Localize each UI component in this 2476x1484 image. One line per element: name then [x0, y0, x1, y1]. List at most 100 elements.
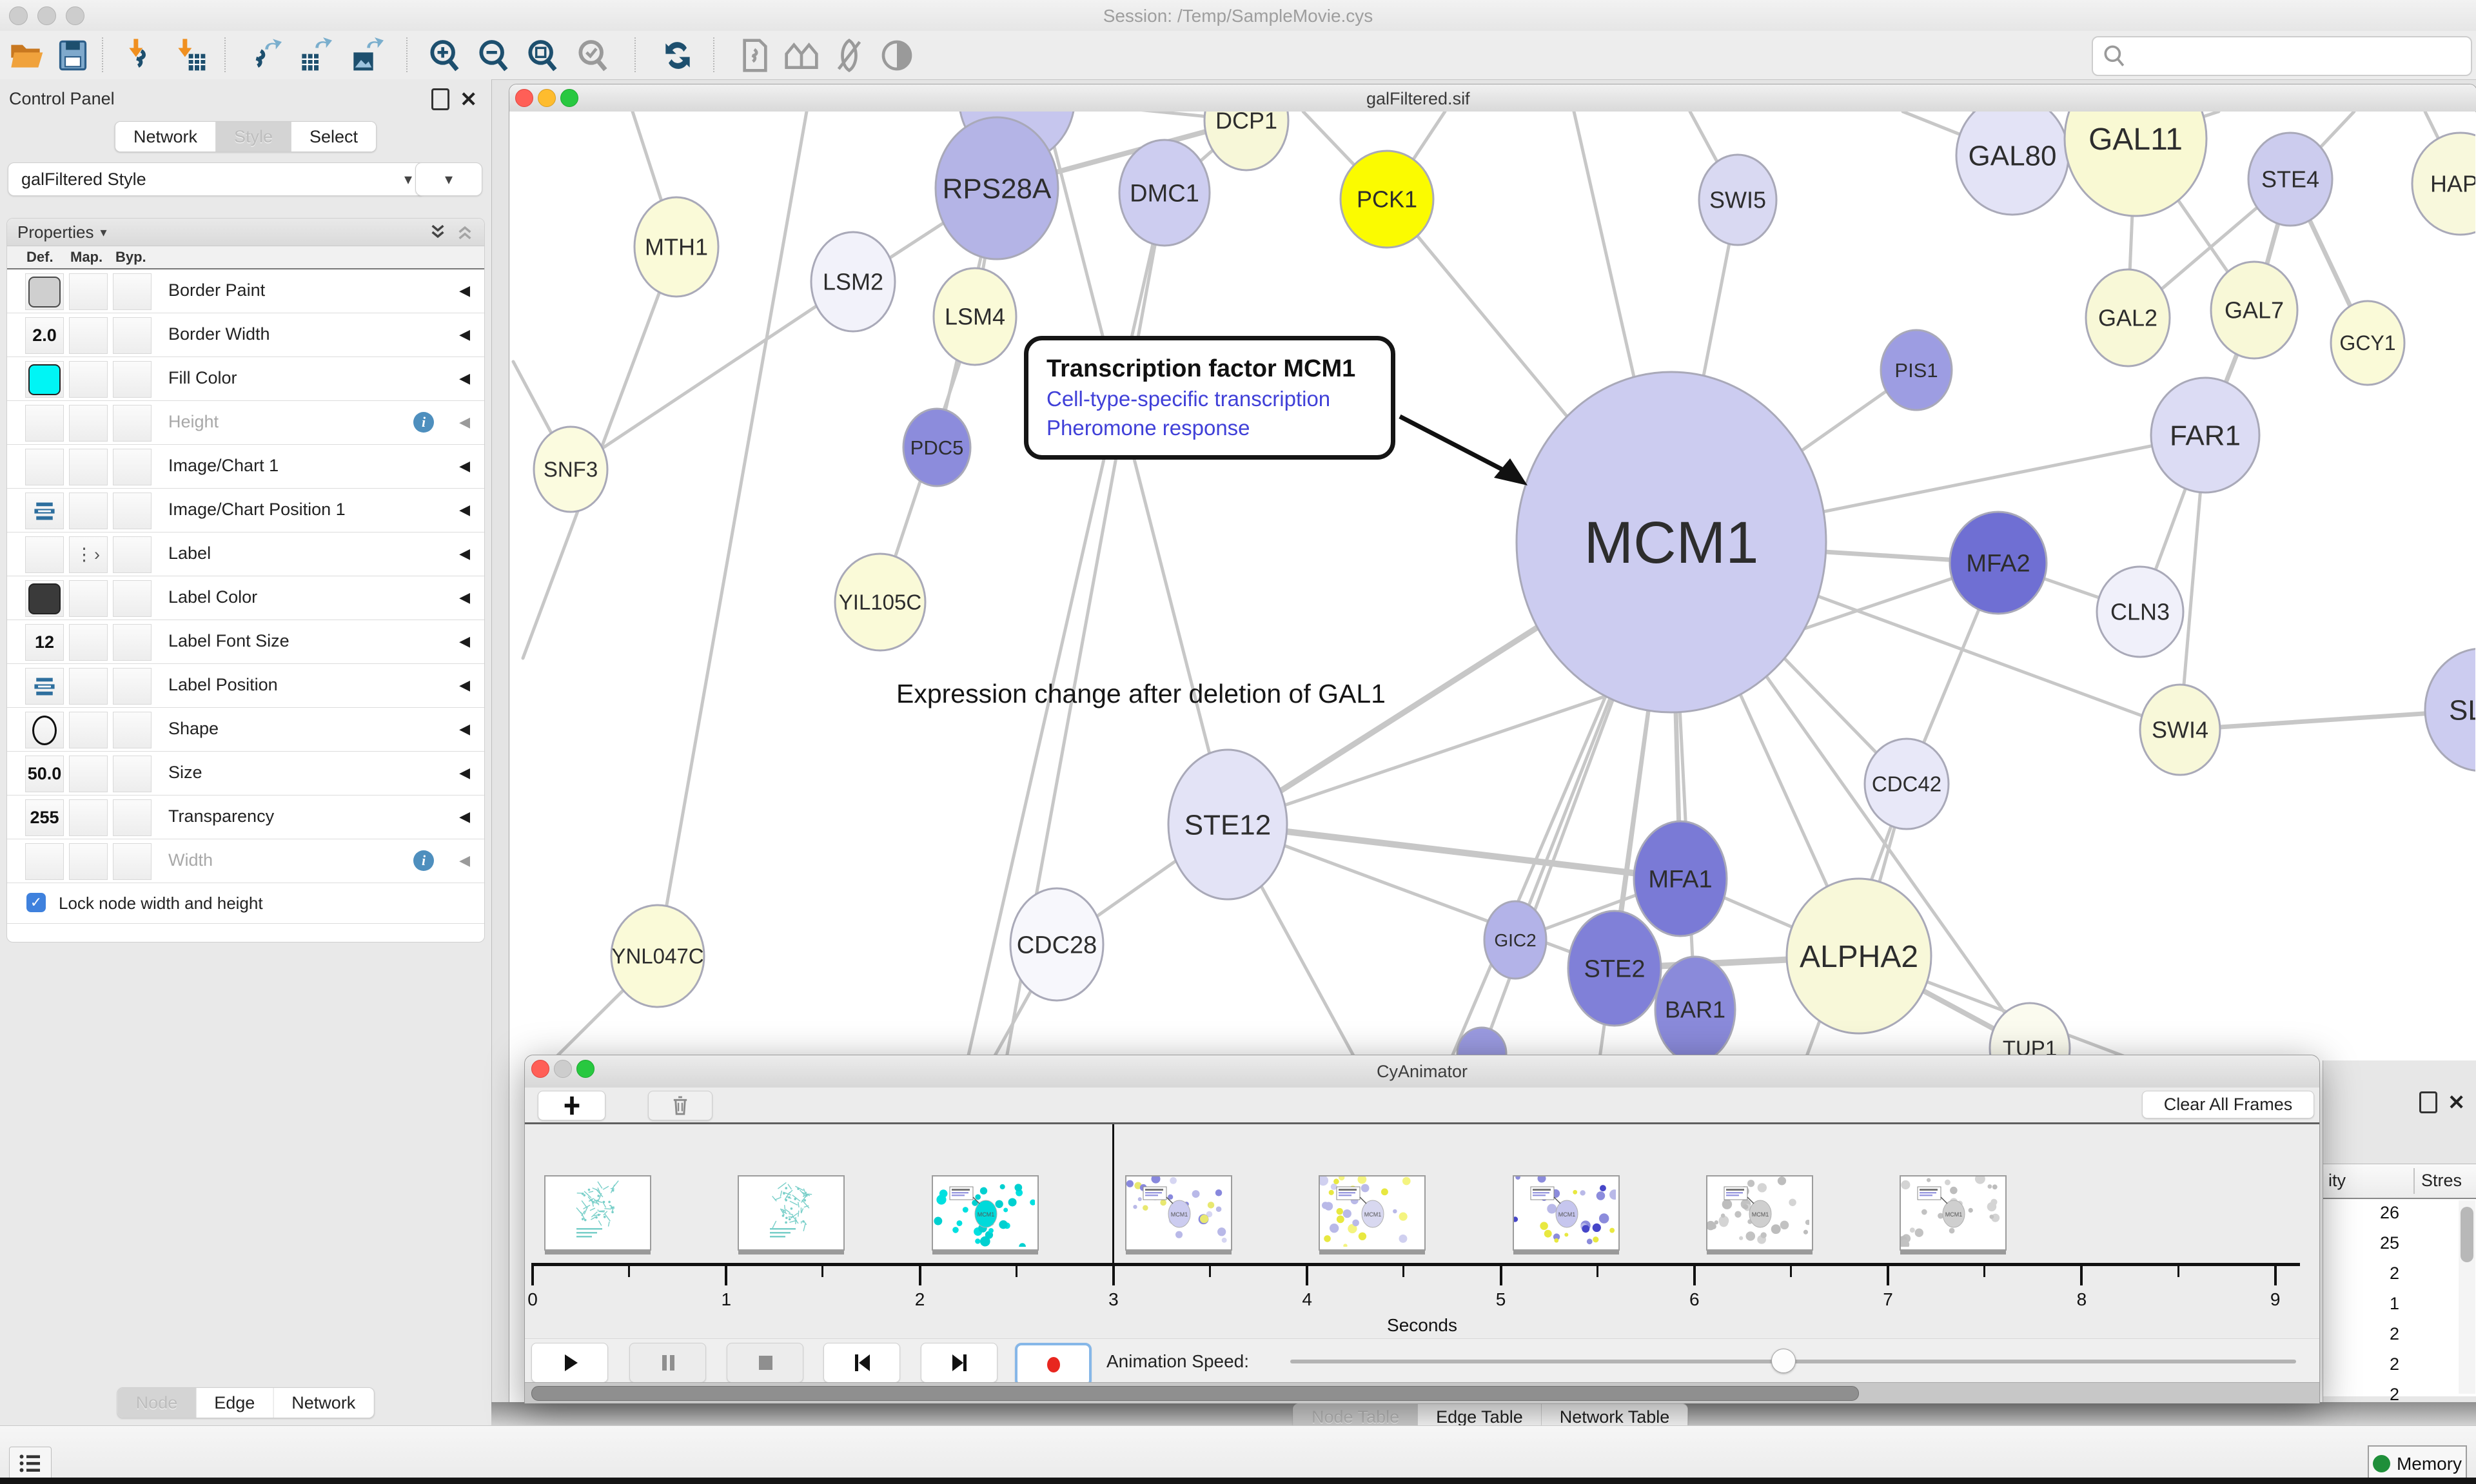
annotation-box[interactable]: Transcription factor MCM1 Cell-type-spec… [1024, 336, 1395, 460]
search-input[interactable] [2133, 43, 2471, 70]
node-ALPHA2[interactable]: ALPHA2 [1787, 879, 1931, 1033]
next-frame-button[interactable] [921, 1343, 997, 1383]
def-value-cell[interactable] [25, 493, 64, 529]
node-DCP1[interactable]: DCP1 [1204, 112, 1288, 170]
byp-value-cell[interactable] [113, 756, 152, 792]
map-value-cell[interactable] [69, 273, 108, 310]
node-MCM1[interactable]: MCM1 [1517, 372, 1826, 712]
property-row-label-color[interactable]: Label Color◀ [7, 576, 484, 620]
map-value-cell[interactable] [69, 799, 108, 836]
node-MFA1[interactable]: MFA1 [1634, 821, 1727, 936]
node-GAL80[interactable]: GAL80 [1956, 112, 2068, 215]
node-DMC1[interactable]: DMC1 [1119, 140, 1210, 246]
map-value-cell[interactable] [69, 580, 108, 617]
byp-value-cell[interactable] [113, 361, 152, 398]
stop-button[interactable] [727, 1343, 803, 1383]
byp-value-cell[interactable] [113, 449, 152, 485]
expand-row-arrow[interactable]: ◀ [459, 414, 470, 431]
color-swatch[interactable] [28, 277, 61, 308]
node-STE4[interactable]: STE4 [2248, 133, 2332, 226]
map-value-cell[interactable] [69, 756, 108, 792]
annotation-link[interactable]: Pheromone response [1046, 414, 1373, 443]
record-button[interactable] [1015, 1343, 1092, 1387]
expand-row-arrow[interactable]: ◀ [459, 852, 470, 869]
expand-row-arrow[interactable]: ◀ [459, 633, 470, 650]
frame-thumbnail-3s[interactable]: MCM1 [1125, 1175, 1232, 1251]
node-GAL2[interactable]: GAL2 [2086, 269, 2170, 366]
node-MTH1[interactable]: MTH1 [634, 197, 718, 297]
window-zoom-button[interactable] [560, 89, 578, 107]
def-value-cell[interactable] [25, 449, 64, 485]
color-swatch[interactable] [28, 364, 61, 395]
close-panel-icon[interactable]: ✕ [2448, 1093, 2465, 1111]
node-RPS28A[interactable]: RPS28A [936, 117, 1058, 259]
map-value-cell[interactable]: ⋮› [69, 536, 108, 573]
info-icon[interactable]: i [413, 412, 434, 433]
expand-row-arrow[interactable]: ◀ [459, 677, 470, 694]
export-network-icon[interactable] [244, 36, 284, 75]
byp-value-cell[interactable] [113, 668, 152, 705]
byp-value-cell[interactable] [113, 317, 152, 354]
close-panel-icon[interactable]: ✕ [460, 90, 477, 108]
def-value-cell[interactable] [25, 405, 64, 442]
def-value-cell[interactable]: 2.0 [25, 317, 64, 354]
expand-all-icon[interactable] [429, 224, 447, 240]
property-row-width[interactable]: Widthi◀ [7, 839, 484, 883]
tab-node[interactable]: Node [118, 1388, 197, 1418]
def-value-cell[interactable] [25, 712, 64, 748]
def-value-cell[interactable] [25, 361, 64, 398]
property-row-image-chart-position-1[interactable]: Image/Chart Position 1◀ [7, 489, 484, 532]
import-network-icon[interactable] [121, 36, 161, 75]
zoom-fit-icon[interactable] [522, 36, 562, 75]
property-row-border-width[interactable]: 2.0Border Width◀ [7, 313, 484, 357]
import-table-icon[interactable] [170, 36, 210, 75]
node-SNF3[interactable]: SNF3 [534, 427, 607, 512]
node-LSM4[interactable]: LSM4 [934, 268, 1016, 365]
property-row-label-position[interactable]: Label Position◀ [7, 664, 484, 708]
property-row-image-chart-1[interactable]: Image/Chart 1◀ [7, 445, 484, 489]
hide-selected-icon[interactable] [829, 36, 869, 75]
node-GIC2[interactable]: GIC2 [1484, 901, 1546, 979]
property-row-transparency[interactable]: 255Transparency◀ [7, 796, 484, 839]
export-image-icon[interactable] [346, 36, 386, 75]
expand-row-arrow[interactable]: ◀ [459, 370, 470, 387]
frame-thumbnail-4s[interactable]: MCM1 [1319, 1175, 1426, 1251]
node-HAP2[interactable]: HAP2 [2412, 133, 2475, 235]
node-SWI4[interactable]: SWI4 [2140, 685, 2220, 775]
annotation-link[interactable]: Cell-type-specific transcription [1046, 385, 1373, 414]
node-CDC28[interactable]: CDC28 [1010, 888, 1103, 1001]
def-value-cell[interactable] [25, 273, 64, 310]
expand-row-arrow[interactable]: ◀ [459, 808, 470, 825]
byp-value-cell[interactable] [113, 273, 152, 310]
info-icon[interactable]: i [413, 850, 434, 871]
color-swatch[interactable] [28, 583, 61, 614]
refresh-view-icon[interactable] [658, 36, 698, 75]
property-row-height[interactable]: Heighti◀ [7, 401, 484, 445]
node-PCK1[interactable]: PCK1 [1341, 151, 1433, 248]
byp-value-cell[interactable] [113, 580, 152, 617]
def-value-cell[interactable]: 255 [25, 799, 64, 836]
node-STE12[interactable]: STE12 [1168, 750, 1287, 899]
frame-thumbnail-0s[interactable] [544, 1175, 651, 1251]
def-value-cell[interactable] [25, 843, 64, 880]
map-value-cell[interactable] [69, 405, 108, 442]
byp-value-cell[interactable] [113, 405, 152, 442]
frame-thumbnail-1s[interactable] [738, 1175, 845, 1251]
byp-value-cell[interactable] [113, 843, 152, 880]
node-GAL7[interactable]: GAL7 [2211, 262, 2297, 358]
def-value-cell[interactable]: 50.0 [25, 756, 64, 792]
frame-thumbnail-2s[interactable]: MCM1 [932, 1175, 1039, 1251]
map-value-cell[interactable] [69, 449, 108, 485]
node-FAR1[interactable]: FAR1 [2151, 378, 2259, 493]
expand-row-arrow[interactable]: ◀ [459, 326, 470, 343]
float-panel-icon[interactable] [431, 88, 449, 110]
float-panel-icon[interactable] [2419, 1091, 2437, 1113]
edge-SNF3-LSM2[interactable] [571, 282, 853, 469]
expand-row-arrow[interactable]: ◀ [459, 589, 470, 606]
properties-header[interactable]: Properties ▾ [7, 219, 484, 246]
style-options-button[interactable]: ▾ [415, 162, 482, 196]
node-CLN3[interactable]: CLN3 [2097, 567, 2183, 657]
node-PDC5[interactable]: PDC5 [903, 409, 970, 486]
frame-thumbnail-5s[interactable]: MCM1 [1513, 1175, 1620, 1251]
scrollbar-thumb[interactable] [531, 1386, 1859, 1401]
